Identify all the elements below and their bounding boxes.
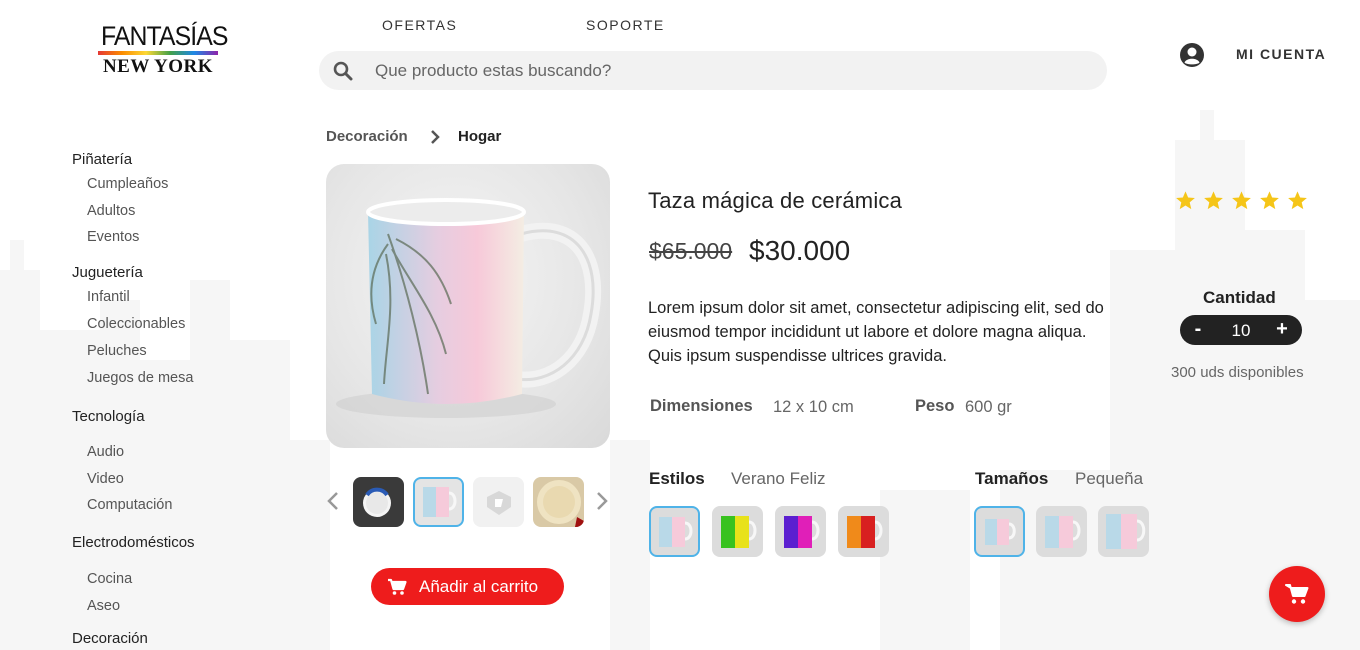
cart-icon [1285,584,1309,604]
search-icon[interactable] [333,61,353,81]
breadcrumb-current: Hogar [458,128,502,145]
spec-value-weight: 600 gr [965,398,1012,416]
quantity-value[interactable]: 10 [1220,321,1262,341]
product-title: Taza mágica de cerámica [648,188,903,213]
subcategory-item[interactable]: Computación [87,497,172,513]
add-to-cart-button[interactable]: Añadir al carrito [371,568,564,605]
subcategory-item[interactable]: Aseo [87,598,120,614]
styles-selected-value: Verano Feliz [731,469,826,488]
breadcrumb-item[interactable]: Decoración [326,128,408,145]
quantity-label: Cantidad [1203,288,1276,307]
style-swatch-selected[interactable] [649,506,700,557]
quantity-increase-button[interactable]: + [1272,318,1292,341]
old-price: $65.000 [649,238,733,264]
chevron-right-icon [431,130,440,144]
brand-logo-bottom: NEW YORK [102,56,214,77]
subcategory-item[interactable]: Cumpleaños [87,176,168,192]
brand-logo-top: FANTASÍAS [100,21,228,51]
star-icon [1260,191,1279,210]
current-price: $30.000 [749,235,851,266]
star-icon [1232,191,1251,210]
subcategory-item[interactable]: Juegos de mesa [87,370,193,386]
category-decoracion[interactable]: Decoración [72,630,148,647]
size-swatch-selected[interactable] [974,506,1025,557]
quantity-decrease-button[interactable]: - [1188,318,1208,341]
account-icon[interactable] [1179,42,1205,68]
quantity-stepper: - 10 + [1180,315,1302,345]
brand-logo[interactable]: FANTASÍAS NEW YORK [96,21,228,77]
category-tecnologia[interactable]: Tecnología [72,408,145,425]
subcategory-item[interactable]: Eventos [87,229,139,245]
spec-label-dimensions: Dimensiones [650,397,753,415]
star-icon [1176,191,1195,210]
product-thumbnail[interactable] [533,477,584,527]
category-jugueteria[interactable]: Juguetería [72,264,143,281]
star-icon [1288,191,1307,210]
brand-logo-rainbow [98,51,218,55]
sizes-label: Tamaños [975,469,1049,488]
styles-label: Estilos [649,469,705,488]
cart-icon [388,578,407,595]
star-icon [1204,191,1223,210]
style-swatch[interactable] [775,506,826,557]
search-bar [319,51,1107,90]
sizes-selected-value: Pequeña [1075,469,1144,488]
subcategory-item[interactable]: Adultos [87,203,135,219]
category-pinateria[interactable]: Piñatería [72,151,132,168]
mug-illustration [336,198,602,418]
chevron-left-icon[interactable] [326,490,340,512]
account-link[interactable]: MI CUENTA [1236,46,1326,62]
size-swatch[interactable] [1036,506,1087,557]
size-swatch[interactable] [1098,506,1149,557]
spec-label-weight: Peso [915,397,955,415]
nav-offers[interactable]: OFERTAS [382,17,457,33]
style-swatch[interactable] [712,506,763,557]
stock-available: 300 uds disponibles [1171,364,1304,381]
category-electrodomesticos[interactable]: Electrodomésticos [72,534,195,551]
product-thumbnail[interactable] [473,477,524,527]
subcategory-item[interactable]: Audio [87,444,124,460]
floating-cart-button[interactable] [1269,566,1325,622]
subcategory-item[interactable]: Cocina [87,571,132,587]
product-rating [1175,190,1308,211]
nav-support[interactable]: SOPORTE [586,17,665,33]
spec-value-dimensions: 12 x 10 cm [773,398,854,416]
product-thumbnail[interactable] [353,477,404,527]
subcategory-item[interactable]: Coleccionables [87,316,185,332]
subcategory-item[interactable]: Peluches [87,343,147,359]
chevron-right-icon[interactable] [595,490,609,512]
subcategory-item[interactable]: Video [87,471,124,487]
style-swatch[interactable] [838,506,889,557]
product-main-image[interactable] [326,164,610,448]
search-input[interactable] [375,51,1075,90]
product-thumbnail-selected[interactable] [413,477,464,527]
add-to-cart-label: Añadir al carrito [419,576,539,596]
product-description: Lorem ipsum dolor sit amet, consectetur … [648,299,1104,365]
subcategory-item[interactable]: Infantil [87,289,130,305]
